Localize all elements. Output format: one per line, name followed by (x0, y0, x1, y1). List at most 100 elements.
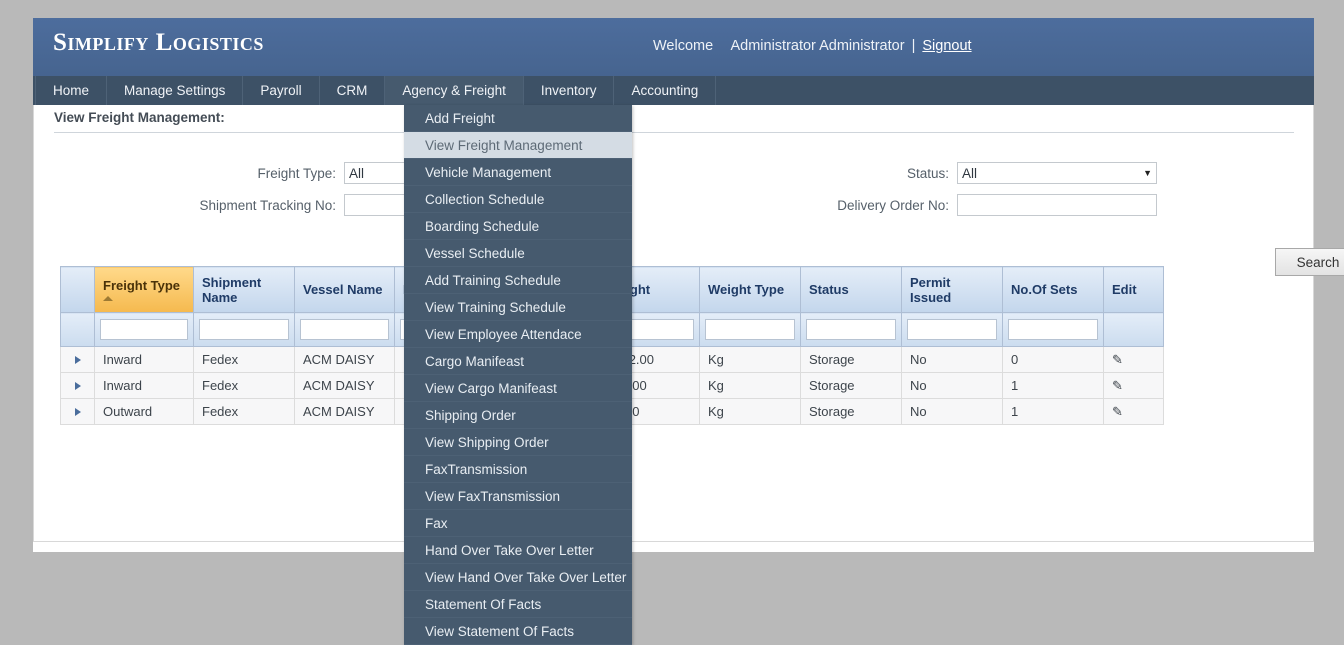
menu-item-collection-schedule[interactable]: Collection Schedule (404, 186, 632, 213)
pencil-icon[interactable]: ✎ (1112, 352, 1123, 368)
cell-weight-type: Kg (699, 398, 801, 425)
cell-freight-type: Inward (94, 346, 194, 373)
column-header-shipment-name[interactable]: Shipment Name (193, 266, 295, 313)
sort-ascending-icon (103, 296, 113, 301)
cell-no-of-sets: 1 (1002, 398, 1104, 425)
expand-row-icon[interactable] (74, 382, 81, 390)
column-header-weight-type[interactable]: Weight Type (699, 266, 801, 313)
user-name: Administrator Administrator (730, 38, 905, 54)
filter-row-delivery-order-no: Delivery Order No: (802, 191, 1157, 219)
menu-item-view-hand-over-take-over-letter[interactable]: View Hand Over Take Over Letter (404, 564, 632, 591)
menu-item-view-cargo-manifeast[interactable]: View Cargo Manifeast (404, 375, 632, 402)
cell-shipment-name: Fedex (193, 398, 295, 425)
freight-grid: Freight Type Shipment Name Vessel Name H… (60, 266, 1344, 425)
freight-type-value: All (349, 165, 365, 181)
column-header-permit-issued[interactable]: Permit Issued (901, 266, 1003, 313)
menu-item-cargo-manifeast[interactable]: Cargo Manifeast (404, 348, 632, 375)
edit-row-button[interactable]: ✎ (1103, 398, 1164, 425)
agency-and-freight-dropdown: Add Freight View Freight Management Vehicl… (404, 105, 632, 645)
menu-item-view-employee-attendace[interactable]: View Employee Attendace (404, 321, 632, 348)
menu-item-add-training-schedule[interactable]: Add Training Schedule (404, 267, 632, 294)
nav-item-crm[interactable]: CRM (320, 76, 386, 105)
expand-row-icon[interactable] (74, 356, 81, 364)
page-title: View Freight Management: (54, 110, 1294, 133)
app-banner: Simplify Logistics Welcome Administrator… (33, 18, 1314, 76)
menu-item-shipping-order[interactable]: Shipping Order (404, 402, 632, 429)
column-header-vessel-name[interactable]: Vessel Name (294, 266, 395, 313)
row-expand-cell[interactable] (60, 372, 95, 399)
cell-weight-type: Kg (699, 346, 801, 373)
filter-cell-permit-issued (901, 312, 1003, 347)
nav-item-accounting[interactable]: Accounting (614, 76, 717, 105)
cell-freight-type: Inward (94, 372, 194, 399)
filter-cell-shipment-name (193, 312, 295, 347)
nav-item-manage-settings[interactable]: Manage Settings (107, 76, 244, 105)
menu-item-vehicle-management[interactable]: Vehicle Management (404, 159, 632, 186)
filter-cell-edit (1103, 312, 1164, 347)
welcome-separator: | (911, 38, 916, 54)
filter-cell-status (800, 312, 902, 347)
column-filter-permit-issued[interactable] (907, 319, 997, 340)
cell-freight-type: Outward (94, 398, 194, 425)
cell-permit-issued: No (901, 346, 1003, 373)
signout-link[interactable]: Signout (922, 38, 971, 54)
filter-row-status: Status: All ▼ (802, 159, 1157, 187)
column-filter-no-of-sets[interactable] (1008, 319, 1098, 340)
cell-no-of-sets: 1 (1002, 372, 1104, 399)
menu-item-fax[interactable]: Fax (404, 510, 632, 537)
cell-shipment-name: Fedex (193, 372, 295, 399)
delivery-order-no-input[interactable] (957, 194, 1157, 216)
edit-row-button[interactable]: ✎ (1103, 346, 1164, 373)
menu-item-hand-over-take-over-letter[interactable]: Hand Over Take Over Letter (404, 537, 632, 564)
column-header-freight-type[interactable]: Freight Type (94, 266, 194, 313)
menu-item-view-training-schedule[interactable]: View Training Schedule (404, 294, 632, 321)
menu-item-view-freight-management[interactable]: View Freight Management (404, 132, 632, 159)
cell-vessel-name: ACM DAISY (294, 398, 395, 425)
column-filter-freight-type[interactable] (100, 319, 188, 340)
welcome-label: Welcome (653, 38, 714, 54)
filter-label-delivery-order-no: Delivery Order No: (837, 197, 949, 213)
column-filter-weight-type[interactable] (705, 319, 795, 340)
column-filter-shipment-name[interactable] (199, 319, 289, 340)
cell-weight-type: Kg (699, 372, 801, 399)
column-header-edit[interactable]: Edit (1103, 266, 1164, 313)
menu-item-boarding-schedule[interactable]: Boarding Schedule (404, 213, 632, 240)
nav-item-inventory[interactable]: Inventory (524, 76, 615, 105)
nav-item-agency-and-freight[interactable]: Agency & Freight (385, 76, 524, 105)
pencil-icon[interactable]: ✎ (1112, 378, 1123, 394)
cell-vessel-name: ACM DAISY (294, 346, 395, 373)
page-background-bottom (0, 552, 1344, 641)
search-button[interactable]: Search (1275, 248, 1344, 276)
app-logo: Simplify Logistics (53, 29, 264, 56)
menu-item-add-freight[interactable]: Add Freight (404, 105, 632, 132)
cell-status: Storage (800, 398, 902, 425)
cell-status: Storage (800, 346, 902, 373)
pencil-icon[interactable]: ✎ (1112, 404, 1123, 420)
status-select[interactable]: All ▼ (957, 162, 1157, 184)
cell-vessel-name: ACM DAISY (294, 372, 395, 399)
row-expand-cell[interactable] (60, 346, 95, 373)
column-filter-vessel-name[interactable] (300, 319, 389, 340)
menu-item-view-shipping-order[interactable]: View Shipping Order (404, 429, 632, 456)
menu-item-statement-of-facts[interactable]: Statement Of Facts (404, 591, 632, 618)
chevron-down-icon: ▼ (1143, 168, 1152, 178)
edit-row-button[interactable]: ✎ (1103, 372, 1164, 399)
column-filter-status[interactable] (806, 319, 896, 340)
expand-row-icon[interactable] (74, 408, 81, 416)
nav-item-home[interactable]: Home (35, 76, 108, 105)
filter-label-status: Status: (906, 165, 949, 181)
menu-item-view-faxtransmission[interactable]: View FaxTransmission (404, 483, 632, 510)
filter-cell-expand (60, 312, 95, 347)
main-navbar: Home Manage Settings Payroll CRM Agency … (33, 76, 1314, 105)
filter-label-freight-type: Freight Type: (257, 165, 336, 181)
column-header-status[interactable]: Status (800, 266, 902, 313)
welcome-bar: Welcome Administrator Administrator | Si… (653, 38, 972, 54)
filter-label-shipment-tracking-no: Shipment Tracking No: (199, 197, 336, 213)
column-header-no-of-sets[interactable]: No.Of Sets (1002, 266, 1104, 313)
filter-cell-freight-type (94, 312, 194, 347)
row-expand-cell[interactable] (60, 398, 95, 425)
nav-item-payroll[interactable]: Payroll (243, 76, 320, 105)
menu-item-vessel-schedule[interactable]: Vessel Schedule (404, 240, 632, 267)
menu-item-faxtransmission[interactable]: FaxTransmission (404, 456, 632, 483)
status-value: All (962, 165, 978, 181)
